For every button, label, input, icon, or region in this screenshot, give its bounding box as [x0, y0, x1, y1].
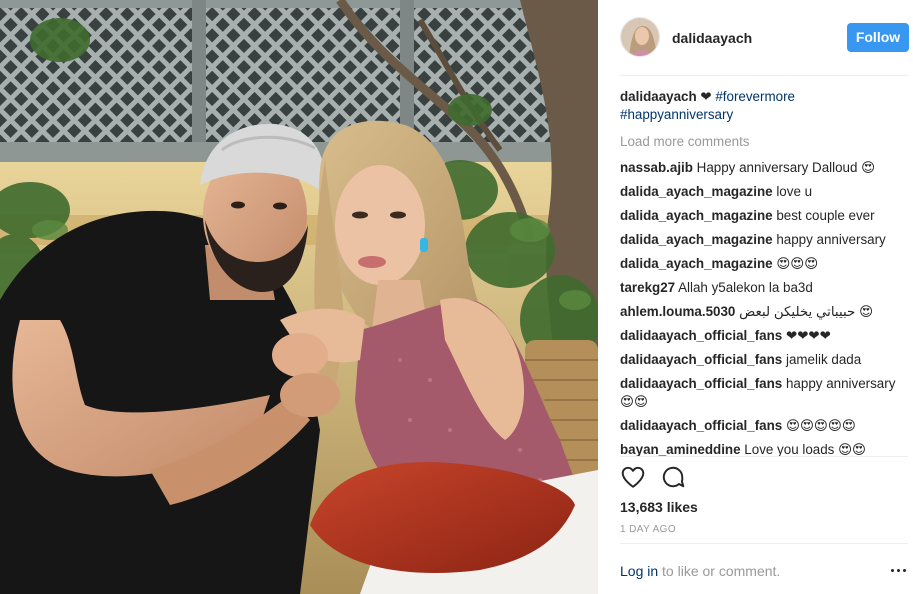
login-link[interactable]: Log in	[620, 563, 658, 579]
comments-list: dalidaayach ❤ #forevermore #happyanniver…	[620, 88, 900, 456]
comment-item: dalidaayach_official_fans jamelik dada	[620, 351, 900, 369]
comment-items: nassab.ajib Happy anniversary Dalloud 😍 d…	[620, 159, 900, 456]
post-caption: dalidaayach ❤ #forevermore #happyanniver…	[620, 88, 900, 124]
username[interactable]: dalidaayach	[672, 30, 752, 46]
caption-text: ❤	[696, 89, 716, 104]
comment-username[interactable]: dalidaayach_official_fans	[620, 376, 782, 391]
load-more-comments-button[interactable]: Load more comments	[620, 133, 900, 151]
comment-item: dalidaayach_official_fans 😍😍😍😍😍	[620, 417, 900, 435]
comment-text: Allah y5alekon la ba3d	[678, 280, 813, 295]
hashtag-link[interactable]: #forevermore	[715, 89, 795, 104]
post-timestamp[interactable]: 1 DAY AGO	[620, 524, 676, 535]
divider	[620, 456, 908, 457]
comment-text: best couple ever	[776, 208, 875, 223]
comment-item: dalida_ayach_magazine best couple ever	[620, 207, 900, 225]
follow-button[interactable]: Follow	[847, 23, 909, 52]
comment-item: dalidaayach_official_fans happy annivers…	[620, 375, 900, 411]
comment-item: dalidaayach_official_fans ❤❤❤❤	[620, 327, 900, 345]
divider	[620, 75, 908, 76]
avatar-image	[621, 18, 659, 56]
comment-text: love u	[776, 184, 813, 199]
comment-item: tarekg27 Allah y5alekon la ba3d	[620, 279, 900, 297]
comment-username[interactable]: dalida_ayach_magazine	[620, 256, 773, 271]
comment-text: 😍😍😍😍😍	[785, 418, 856, 433]
comment-text: 😍😍😍	[776, 256, 819, 271]
comment-username[interactable]: dalidaayach_official_fans	[620, 328, 782, 343]
caption-username[interactable]: dalidaayach	[620, 89, 697, 104]
comment-username[interactable]: bayan_amineddine	[620, 442, 741, 456]
comment-text: حبيباتي يخليكن لبعض 😍	[739, 304, 874, 319]
comment-text: Love you loads 😍😍	[744, 442, 867, 456]
post-photo[interactable]	[0, 0, 598, 594]
comment-username[interactable]: dalidaayach_official_fans	[620, 352, 782, 367]
comment-text: jamelik dada	[785, 352, 862, 367]
comment-username[interactable]: nassab.ajib	[620, 160, 693, 175]
comment-text: ❤❤❤❤	[785, 328, 831, 343]
login-prompt-text: to like or comment.	[658, 563, 781, 579]
comment-text: happy anniversary	[776, 232, 886, 247]
heart-icon[interactable]	[620, 464, 646, 490]
comment-item: bayan_amineddine Love you loads 😍😍	[620, 441, 900, 456]
comment-username[interactable]: dalida_ayach_magazine	[620, 232, 773, 247]
more-options-icon[interactable]	[891, 566, 909, 576]
login-prompt: Log in to like or comment.	[620, 563, 780, 579]
post-header: dalidaayach Follow	[620, 17, 909, 59]
post-side-panel: dalidaayach Follow dalidaayach ❤ #foreve…	[598, 0, 913, 594]
comment-username[interactable]: tarekg27	[620, 280, 675, 295]
comment-item: dalida_ayach_magazine happy anniversary	[620, 231, 900, 249]
comment-username[interactable]: dalida_ayach_magazine	[620, 184, 773, 199]
comment-username[interactable]: ahlem.louma.5030	[620, 304, 735, 319]
comment-item: dalida_ayach_magazine 😍😍😍	[620, 255, 900, 273]
comment-username[interactable]: dalida_ayach_magazine	[620, 208, 773, 223]
comment-item: ahlem.louma.5030 حبيباتي يخليكن لبعض 😍	[620, 303, 900, 321]
post-photo-illustration	[0, 0, 598, 594]
avatar[interactable]	[620, 17, 660, 57]
comment-text: Happy anniversary Dalloud 😍	[696, 160, 876, 175]
likes-count[interactable]: 13,683 likes	[620, 499, 698, 515]
divider	[620, 543, 908, 544]
comment-item: nassab.ajib Happy anniversary Dalloud 😍	[620, 159, 900, 177]
comment-icon[interactable]	[660, 464, 686, 490]
hashtag-link[interactable]: #happyanniversary	[620, 107, 733, 122]
comment-username[interactable]: dalidaayach_official_fans	[620, 418, 782, 433]
comment-item: dalida_ayach_magazine love u	[620, 183, 900, 201]
